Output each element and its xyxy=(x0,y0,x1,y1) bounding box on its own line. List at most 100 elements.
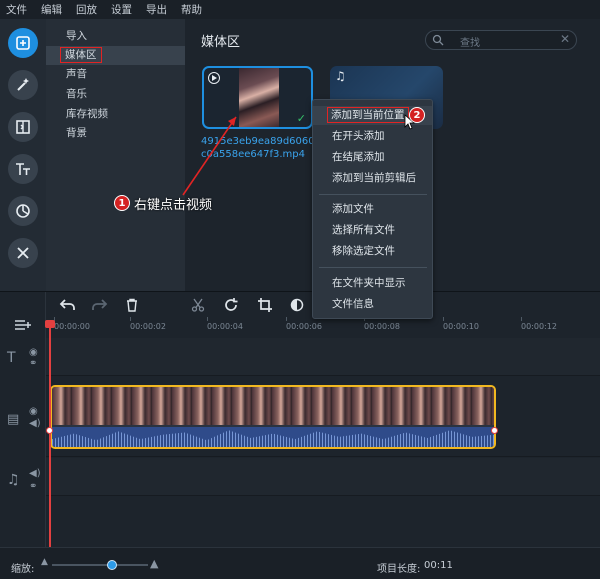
video-clip[interactable] xyxy=(50,385,496,449)
search-placeholder: 查找 xyxy=(460,38,480,49)
checkmark-icon: ✓ xyxy=(296,112,306,125)
category-label: 声音 xyxy=(66,68,87,80)
rotate-button[interactable] xyxy=(220,294,242,316)
menu-playback[interactable]: 回放 xyxy=(76,2,97,17)
undo-button[interactable] xyxy=(57,294,79,316)
music-track-icon: ♫ xyxy=(7,472,20,488)
split-button[interactable] xyxy=(187,294,209,316)
timeline: 00:00:00 00:00:02 00:00:04 00:00:06 00:0… xyxy=(0,291,600,579)
visibility-icon[interactable]: ◉ xyxy=(29,347,38,358)
stickers-icon xyxy=(16,204,30,218)
menu-item-show-in-folder[interactable]: 在文件夹中显示 xyxy=(313,274,432,293)
scissors-icon xyxy=(191,298,205,312)
menu-item-remove-selected[interactable]: 移除选定文件 xyxy=(313,242,432,261)
menu-bar: 文件 编辑 回放 设置 导出 帮助 xyxy=(0,0,600,19)
search-icon xyxy=(432,34,444,46)
category-music[interactable]: 音乐 xyxy=(46,85,185,104)
zoom-slider[interactable] xyxy=(52,560,148,570)
color-adjust-icon xyxy=(290,298,304,312)
menu-item-add-at-end[interactable]: 在结尾添加 xyxy=(313,148,432,167)
time-ruler[interactable]: 00:00:00 00:00:02 00:00:04 00:00:06 00:0… xyxy=(46,317,600,332)
category-backgrounds[interactable]: 背景 xyxy=(46,124,185,143)
visibility-icon[interactable]: ◉ xyxy=(29,406,38,417)
zoom-slider-knob[interactable] xyxy=(106,560,117,570)
zoom-out-icon[interactable]: ▲ xyxy=(41,557,48,567)
music-note-icon: ♫ xyxy=(335,69,346,83)
search-input[interactable]: 查找 ✕ xyxy=(425,30,577,50)
link-icon[interactable]: ⚭ xyxy=(29,481,37,492)
menu-item-label: 选择所有文件 xyxy=(332,224,395,236)
audio-track[interactable] xyxy=(46,458,600,496)
volume-icon[interactable]: ◀) xyxy=(29,418,41,429)
menu-divider xyxy=(319,267,427,268)
ruler-tick: 00:00:00 xyxy=(54,317,90,331)
clip-trim-handle-right[interactable] xyxy=(491,427,498,434)
magic-wand-icon xyxy=(17,78,29,91)
text-track-icon: T xyxy=(7,350,16,366)
menu-file[interactable]: 文件 xyxy=(6,2,27,17)
volume-icon[interactable]: ◀) xyxy=(29,468,41,479)
zoom-label: 缩放: xyxy=(11,564,35,575)
menu-item-add-files[interactable]: 添加文件 xyxy=(313,200,432,219)
zoom-in-icon[interactable]: ▲ xyxy=(150,557,158,570)
context-menu: 添加到当前位置 在开头添加 在结尾添加 添加到当前剪辑后 添加文件 选择所有文件… xyxy=(312,99,433,319)
menu-item-label: 添加到当前剪辑后 xyxy=(332,172,416,184)
menu-item-label: 在开头添加 xyxy=(332,130,385,142)
playhead[interactable] xyxy=(45,320,55,547)
crop-button[interactable] xyxy=(254,294,276,316)
clip-trim-handle-left[interactable] xyxy=(46,427,53,434)
delete-button[interactable] xyxy=(121,294,143,316)
color-adjust-button[interactable] xyxy=(286,294,308,316)
redo-button[interactable] xyxy=(88,294,110,316)
category-media[interactable]: 媒体区 xyxy=(46,46,185,65)
ruler-tick: 00:00:06 xyxy=(286,317,322,331)
video-preview-image xyxy=(239,68,279,127)
menu-item-select-all[interactable]: 选择所有文件 xyxy=(313,221,432,240)
menu-edit[interactable]: 编辑 xyxy=(41,2,62,17)
step-1-instruction: 右键点击视频 xyxy=(134,198,213,213)
menu-help[interactable]: 帮助 xyxy=(181,2,202,17)
menu-item-label: 在结尾添加 xyxy=(332,151,385,163)
menu-item-add-after-clip[interactable]: 添加到当前剪辑后 xyxy=(313,169,432,188)
category-label: 导入 xyxy=(66,30,87,42)
redo-icon xyxy=(92,299,108,310)
menu-item-label: 移除选定文件 xyxy=(332,245,395,257)
text-track[interactable] xyxy=(46,338,600,376)
category-stock-video[interactable]: 库存视频 xyxy=(46,105,185,124)
play-icon xyxy=(208,72,220,84)
ruler-tick: 00:00:08 xyxy=(364,317,400,331)
menu-export[interactable]: 导出 xyxy=(146,2,167,17)
page-title: 媒体区 xyxy=(201,35,241,50)
filters-button[interactable] xyxy=(8,70,38,100)
menu-settings[interactable]: 设置 xyxy=(111,2,132,17)
category-list: 导入 媒体区 声音 音乐 库存视频 背景 xyxy=(46,19,185,291)
undo-icon xyxy=(59,299,75,310)
category-sounds[interactable]: 声音 xyxy=(46,65,185,84)
import-button[interactable] xyxy=(8,28,38,58)
video-thumbnail[interactable]: ✓ xyxy=(202,66,313,129)
clear-icon[interactable]: ✕ xyxy=(560,32,570,46)
status-bar: 缩放: ▲ ▲ 项目长度: 00:11 xyxy=(0,547,600,579)
tools-button[interactable] xyxy=(8,238,38,268)
crop-icon xyxy=(258,298,272,312)
clip-audio-waveform xyxy=(52,427,494,447)
tool-rail xyxy=(0,19,46,291)
add-track-button[interactable] xyxy=(14,319,32,334)
menu-item-label: 添加文件 xyxy=(332,203,374,215)
import-icon xyxy=(16,36,30,50)
stickers-button[interactable] xyxy=(8,196,38,226)
category-label: 库存视频 xyxy=(66,108,108,120)
category-import[interactable]: 导入 xyxy=(46,27,185,46)
file-name-label: 4915e3eb9ea89d6060bc0a558ee647f3.mp4 xyxy=(201,136,321,160)
menu-divider xyxy=(319,194,427,195)
ruler-tick: 00:00:12 xyxy=(521,317,557,331)
titles-button[interactable] xyxy=(8,154,38,184)
menu-item-file-info[interactable]: 文件信息 xyxy=(313,295,432,314)
transitions-button[interactable] xyxy=(8,112,38,142)
step-2-badge: 2 xyxy=(409,107,425,123)
menu-item-label: 在文件夹中显示 xyxy=(332,277,406,289)
link-icon[interactable]: ⚭ xyxy=(29,358,37,369)
ruler-tick: 00:00:04 xyxy=(207,317,243,331)
menu-item-label: 文件信息 xyxy=(332,298,374,310)
category-label: 音乐 xyxy=(66,88,87,100)
